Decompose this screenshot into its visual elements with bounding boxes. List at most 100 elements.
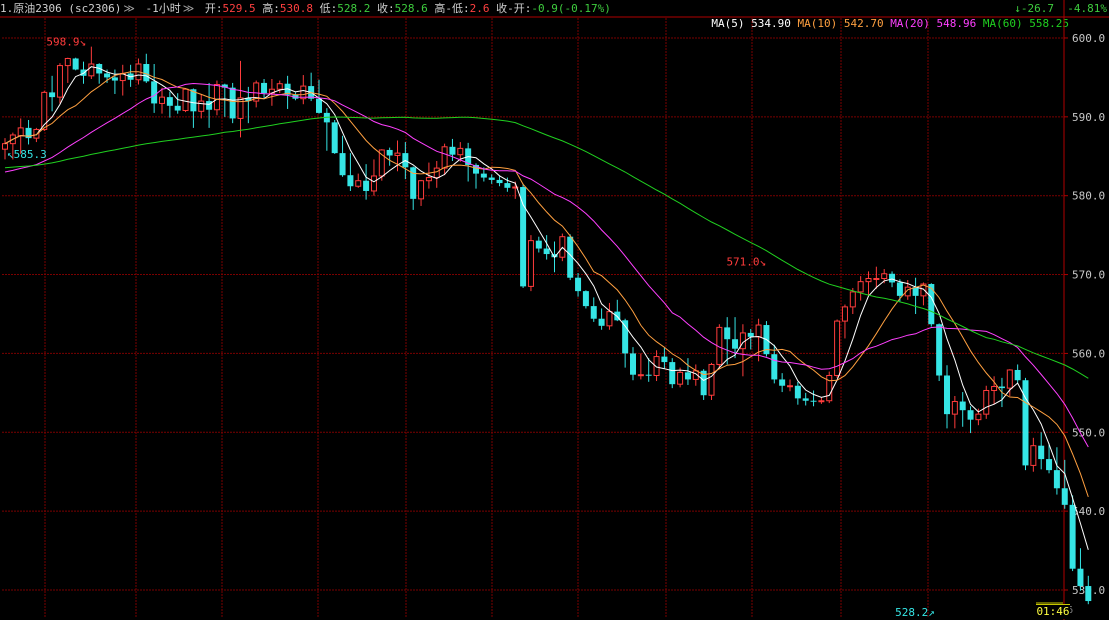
total-change-pct: -4.81% (1067, 2, 1107, 15)
candle-body (49, 92, 56, 98)
candle-body (363, 180, 370, 191)
candle-body (441, 146, 448, 169)
ma60-legend: MA(60) 558.25 (982, 17, 1069, 30)
candle-body (637, 374, 644, 377)
candle-body (991, 386, 998, 391)
open-label: 开: (204, 2, 223, 15)
candle-body (17, 127, 24, 137)
candle-body (457, 147, 464, 156)
arrow-down-icon: ↓ (1014, 2, 1021, 15)
candle-body (1085, 586, 1092, 602)
change-value: -0.9(-0.17%) (531, 2, 611, 15)
y-tick-label: 580.0 (1072, 190, 1105, 203)
candle-body (622, 320, 629, 354)
candle-body (944, 375, 950, 415)
candle-body (959, 401, 966, 411)
candle-body (300, 85, 307, 100)
candle-body (88, 63, 95, 77)
candle-body (323, 112, 330, 123)
candle-body (276, 83, 283, 90)
candle-body (889, 273, 896, 283)
candle-body (1038, 445, 1045, 460)
candle-body (1046, 459, 1053, 471)
candlestick-chart[interactable]: 530.0 540.0 550.0 560.0 570.0 580.0 590.0 600.0… (0, 0, 1109, 620)
range-label: 高-低: (434, 2, 470, 15)
candle-body (480, 173, 487, 178)
candle-body (198, 100, 205, 112)
candle-body (56, 65, 63, 98)
candle-body (111, 77, 118, 81)
candle-body (708, 363, 715, 396)
candle-body (292, 94, 299, 99)
candle-body (213, 84, 220, 111)
ma5-line (4, 66, 1089, 550)
candle-body (33, 128, 40, 139)
candle-body (975, 413, 982, 421)
candle-body (151, 81, 158, 104)
candle-body (1061, 488, 1068, 505)
candle-body (865, 278, 872, 283)
candle-body (284, 83, 291, 95)
candle-body (559, 236, 566, 258)
candle-body (692, 370, 699, 380)
symbol-selector[interactable]: 1.原油2306 (sc2306) ≫ (0, 0, 139, 17)
price-annotation: ↖585.3 (7, 148, 47, 161)
candle-body (841, 306, 848, 322)
candle-body (936, 324, 943, 376)
candle-body (826, 375, 833, 402)
candle-body (653, 356, 660, 377)
y-tick-label: 540.0 (1072, 505, 1105, 518)
candle-body (512, 186, 519, 189)
candle-body (543, 248, 550, 255)
candle-body (834, 320, 841, 377)
candle-body (857, 281, 864, 293)
candle-body (80, 69, 87, 76)
low-label: 低: (319, 2, 338, 15)
candle-body (64, 57, 71, 67)
candle-body (582, 291, 589, 307)
ma-legend: MA(5) 534.90 MA(10) 542.70 MA(20) 548.96… (711, 17, 1069, 31)
candle-body (104, 73, 111, 78)
candle-body (135, 63, 142, 81)
candle-body (818, 400, 825, 403)
candle-body (182, 88, 189, 112)
candle-body (802, 398, 809, 401)
candle-body (535, 240, 542, 249)
chevron-down-icon[interactable]: ≫ (123, 0, 135, 17)
candle-body (684, 372, 691, 380)
candle-body (339, 153, 346, 176)
candle-body (394, 152, 401, 156)
candle-body (119, 72, 126, 82)
candle-body (677, 371, 684, 385)
candle-body (787, 385, 793, 388)
candle-body (810, 400, 817, 402)
period-selector[interactable]: - 1小时 ≫ (145, 0, 198, 17)
quote-header: 1.原油2306 (sc2306) ≫ - 1小时 ≫ 开:529.5 高:530.… (0, 0, 1109, 17)
price-annotation: 528.2↗ (895, 606, 935, 619)
candle-body (881, 273, 888, 280)
candle-body (771, 354, 778, 380)
candle-body (912, 287, 919, 296)
total-change-value: -26.7 (1020, 2, 1054, 15)
chevron-down-icon[interactable]: ≫ (183, 0, 195, 17)
candle-body (221, 84, 228, 88)
candle-body (896, 282, 903, 296)
close-value: 528.6 (394, 2, 428, 15)
candle-body (261, 82, 268, 94)
range-value: 2.6 (469, 2, 490, 15)
low-value: 528.2 (337, 2, 371, 15)
candle-body (174, 105, 181, 111)
candle-body (967, 410, 974, 420)
candle-body (465, 148, 472, 165)
y-tick-label: 530.0 (1072, 584, 1105, 597)
candle-body (190, 89, 197, 112)
candle-body (1022, 380, 1029, 466)
candle-body (331, 122, 338, 154)
candle-body (245, 97, 252, 102)
candle-body (166, 97, 173, 106)
candle-body (433, 167, 440, 179)
candle-body (747, 332, 754, 337)
candle-body (378, 149, 385, 177)
candle-body (496, 179, 503, 184)
candle-body (920, 283, 927, 297)
